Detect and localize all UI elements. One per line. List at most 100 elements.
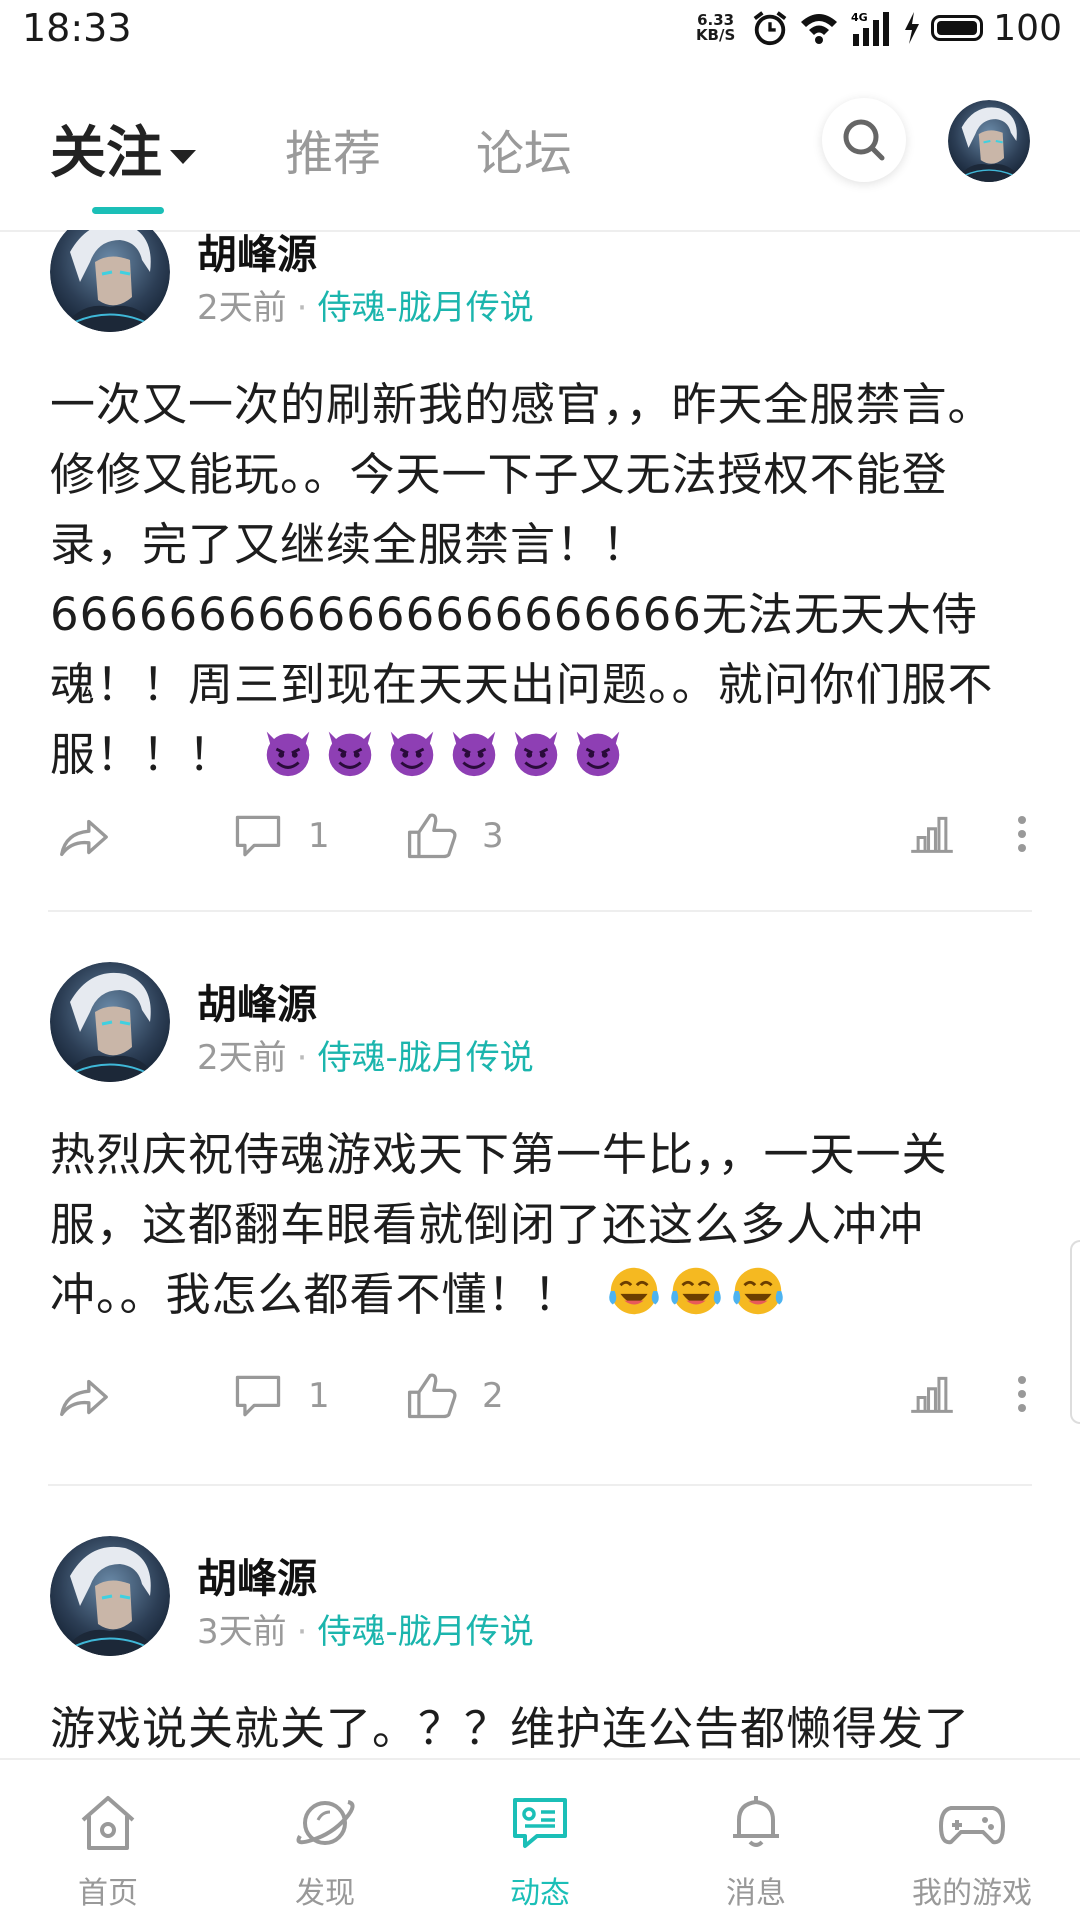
thumbs-up-icon	[404, 808, 460, 864]
post-meta: 3天前 · 侍魂-胧月传说	[197, 1604, 534, 1653]
post-time: 2天前	[197, 1038, 287, 1078]
post-author-name[interactable]: 胡峰源	[197, 1546, 317, 1604]
post-text: 一次又一次的刷新我的感官，，昨天全服禁言。修修又能玩。。今天一下子又无法授权不能…	[50, 378, 994, 781]
planet-icon	[296, 1800, 355, 1845]
svg-text:4G: 4G	[851, 11, 868, 24]
post-author-avatar[interactable]	[50, 962, 170, 1082]
share-button[interactable]	[54, 808, 112, 866]
post-actions: 1 3	[0, 808, 1080, 868]
status-time: 18:33	[22, 6, 132, 50]
bottom-nav: 首页 发现 动态 消息 我的游戏	[0, 1758, 1080, 1922]
cell-signal-icon: 4G	[851, 11, 890, 46]
tears-of-joy-emoji-icon	[729, 1262, 787, 1320]
post-meta: 2天前 · 侍魂-胧月传说	[197, 280, 534, 329]
stats-icon	[906, 1368, 958, 1420]
post-author-name[interactable]: 胡峰源	[197, 230, 317, 280]
share-button[interactable]	[54, 1368, 112, 1426]
like-count: 2	[482, 1376, 504, 1416]
devil-emoji-icon	[569, 722, 627, 780]
net-speed-unit: KB/S	[695, 26, 736, 44]
wifi-icon	[801, 14, 838, 44]
post-game-link[interactable]: 侍魂-胧月传说	[317, 1612, 533, 1652]
share-icon	[54, 1368, 112, 1426]
emoji-row	[259, 722, 627, 780]
gamepad-icon	[939, 1806, 1005, 1845]
comment-button[interactable]: 1	[230, 808, 330, 864]
nav-messages-label: 消息	[726, 1876, 786, 1911]
tears-of-joy-emoji-icon	[605, 1262, 663, 1320]
post-meta: 2天前 · 侍魂-胧月传说	[197, 1030, 534, 1079]
tab-forum[interactable]: 论坛	[476, 114, 572, 184]
like-button[interactable]: 2	[404, 1368, 504, 1424]
post-content[interactable]: 热烈庆祝侍魂游戏天下第一牛比，，一天一关服，这都翻车眼看就倒闭了还这么多人冲冲冲…	[50, 1120, 1030, 1330]
tears-of-joy-emoji-icon	[667, 1262, 725, 1320]
comment-button[interactable]: 1	[230, 1368, 330, 1424]
separator-dot: ·	[296, 1038, 308, 1078]
nav-my-games-label: 我的游戏	[912, 1876, 1032, 1911]
post-time: 3天前	[197, 1612, 287, 1652]
stats-icon	[906, 808, 958, 860]
tab-following[interactable]: 关注	[50, 108, 196, 189]
emoji-row	[605, 1262, 787, 1320]
comment-count: 1	[308, 816, 330, 856]
side-drawer-handle[interactable]	[1070, 1240, 1080, 1424]
status-icons: 6.33 KB/S 4G 100	[696, 6, 1062, 50]
devil-emoji-icon	[259, 722, 317, 780]
alarm-icon	[753, 11, 787, 46]
nav-feed-label: 动态	[510, 1876, 570, 1911]
comment-icon	[230, 1368, 286, 1424]
nav-home[interactable]: 首页	[28, 1760, 188, 1922]
share-icon	[54, 808, 112, 866]
battery-level: 100	[993, 7, 1062, 49]
like-count: 3	[482, 816, 504, 856]
more-button[interactable]	[1012, 808, 1032, 860]
nav-discover[interactable]: 发现	[245, 1760, 405, 1922]
post-author-name[interactable]: 胡峰源	[197, 972, 317, 1030]
nav-my-games[interactable]: 我的游戏	[892, 1760, 1052, 1922]
post-divider	[48, 910, 1032, 912]
charging-icon	[905, 12, 920, 44]
post-game-link[interactable]: 侍魂-胧月传说	[317, 288, 533, 328]
more-vertical-icon	[1018, 1376, 1026, 1412]
separator-dot: ·	[296, 288, 308, 328]
devil-emoji-icon	[321, 722, 379, 780]
devil-emoji-icon	[445, 722, 503, 780]
feed[interactable]: 胡峰源 2天前 · 侍魂-胧月传说 一次又一次的刷新我的感官，，昨天全服禁言。修修又…	[0, 230, 1080, 1758]
post-author-avatar[interactable]	[50, 230, 170, 332]
top-nav: 关注 推荐 论坛	[0, 62, 1080, 232]
nav-home-label: 首页	[78, 1876, 138, 1911]
status-bar: 18:33 6.33 KB/S 4G 100	[0, 0, 1080, 62]
battery-icon	[931, 15, 984, 41]
post-actions: 1 2	[0, 1368, 1080, 1428]
post-content[interactable]: 一次又一次的刷新我的感官，，昨天全服禁言。修修又能玩。。今天一下子又无法授权不能…	[50, 370, 1030, 790]
nav-messages[interactable]: 消息	[676, 1760, 836, 1922]
post-game-link[interactable]: 侍魂-胧月传说	[317, 1038, 533, 1078]
net-speed: 6.33 KB/S	[696, 13, 735, 43]
home-icon	[81, 1796, 135, 1850]
tab-following-label: 关注	[50, 121, 162, 186]
comment-count: 1	[308, 1376, 330, 1416]
active-tab-indicator	[92, 207, 164, 214]
post-text: 热烈庆祝侍魂游戏天下第一牛比，，一天一关服，这都翻车眼看就倒闭了还这么多人冲冲冲…	[50, 1128, 948, 1321]
devil-emoji-icon	[507, 722, 565, 780]
dropdown-caret-icon[interactable]	[170, 149, 196, 164]
post-divider	[48, 1484, 1032, 1486]
nav-feed[interactable]: 动态	[460, 1760, 620, 1922]
post-text: 游戏说关就关了。？？维护连公告都懒得发了	[50, 1702, 971, 1755]
search-button[interactable]	[822, 98, 906, 182]
more-button[interactable]	[1012, 1368, 1032, 1420]
stats-button[interactable]	[906, 1368, 958, 1420]
feed-message-icon	[513, 1798, 567, 1848]
post-time: 2天前	[197, 288, 287, 328]
stats-button[interactable]	[906, 808, 958, 860]
user-avatar[interactable]	[948, 100, 1030, 182]
nav-discover-label: 发现	[295, 1876, 355, 1911]
thumbs-up-icon	[404, 1368, 460, 1424]
bell-icon	[733, 1796, 779, 1847]
tab-recommended[interactable]: 推荐	[285, 114, 381, 184]
post-author-avatar[interactable]	[50, 1536, 170, 1656]
search-icon	[843, 119, 885, 161]
more-vertical-icon	[1018, 816, 1026, 852]
like-button[interactable]: 3	[404, 808, 504, 864]
post-content[interactable]: 游戏说关就关了。？？维护连公告都懒得发了	[50, 1694, 1030, 1758]
